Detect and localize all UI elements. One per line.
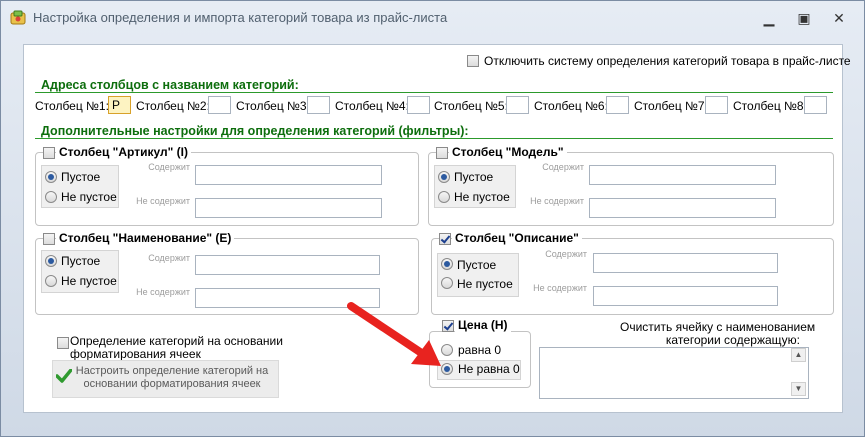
description-not-empty-radio[interactable] <box>441 277 453 289</box>
model-contains-input[interactable] <box>589 165 776 185</box>
article-not-contains-label: Не содержит <box>136 196 190 206</box>
minimize-icon: ▁ <box>763 10 775 26</box>
name-filter-checkbox[interactable] <box>43 233 55 245</box>
maximize-button[interactable]: ▣ <box>791 8 817 28</box>
title-bar[interactable]: Настройка определения и импорта категори… <box>1 1 864 35</box>
model-filter-checkbox[interactable] <box>436 147 448 159</box>
article-filter-checkbox[interactable] <box>43 147 55 159</box>
column-5-label: Столбец №5: <box>434 99 508 113</box>
price-not-equal-zero-label: Не равна 0 <box>458 362 520 376</box>
price-filter-title: Цена (H) <box>455 318 511 332</box>
name-contains-label: Содержит <box>148 253 190 263</box>
scroll-up-icon: ▲ <box>794 350 803 359</box>
filters-section-title: Дополнительные настройки для определения… <box>41 124 469 138</box>
configure-format-line1: Настроить определение категорий на <box>75 365 269 377</box>
description-filter-checkbox[interactable] <box>439 233 451 245</box>
model-not-contains-input[interactable] <box>589 198 776 218</box>
check-icon <box>56 369 72 383</box>
description-not-empty-label: Не пустое <box>457 277 513 291</box>
column-6-input[interactable] <box>606 96 629 114</box>
model-filter-title: Столбец "Модель" <box>449 145 567 159</box>
name-empty-radio[interactable] <box>45 255 57 267</box>
column-4-input[interactable] <box>407 96 430 114</box>
configure-format-line2: основании форматирования ячеек <box>83 378 261 390</box>
column-3-label: Столбец №3: <box>236 99 310 113</box>
article-not-empty-radio[interactable] <box>45 191 57 203</box>
column-8-input[interactable] <box>804 96 827 114</box>
name-empty-label: Пустое <box>61 254 101 268</box>
red-arrow-annotation <box>347 302 441 366</box>
column-1-input[interactable]: P <box>108 96 131 114</box>
clear-cell-textarea[interactable] <box>539 347 809 399</box>
article-contains-input[interactable] <box>195 165 382 185</box>
article-empty-radio[interactable] <box>45 171 57 183</box>
app-window: Настройка определения и импорта категори… <box>0 0 865 437</box>
name-not-empty-radio[interactable] <box>45 275 57 287</box>
article-filter-title: Столбец "Артикул" (I) <box>56 145 191 159</box>
model-not-empty-radio[interactable] <box>438 191 450 203</box>
article-contains-label: Содержит <box>148 162 190 172</box>
model-not-empty-label: Не пустое <box>454 190 510 204</box>
clear-cell-label-line2: категории содержащую: <box>665 333 800 347</box>
article-not-empty-label: Не пустое <box>61 190 117 204</box>
model-empty-radio[interactable] <box>438 171 450 183</box>
column-1-label: Столбец №1: <box>35 99 109 113</box>
name-filter-title: Столбец "Наименование" (E) <box>56 231 235 245</box>
window-title: Настройка определения и импорта категори… <box>33 10 448 25</box>
description-contains-input[interactable] <box>593 253 778 273</box>
description-empty-radio[interactable] <box>441 258 453 270</box>
model-contains-label: Содержит <box>542 162 584 172</box>
maximize-icon: ▣ <box>797 10 811 26</box>
column-6-label: Столбец №6: <box>534 99 608 113</box>
name-not-contains-label: Не содержит <box>136 287 190 297</box>
columns-section-title: Адреса столбцов с названием категорий: <box>41 78 299 92</box>
format-detect-label-line2: форматирования ячеек <box>70 347 201 361</box>
app-box-icon <box>10 10 26 25</box>
column-7-label: Столбец №7: <box>634 99 708 113</box>
clear-cell-scroll-down[interactable]: ▼ <box>791 382 806 396</box>
format-detect-checkbox[interactable] <box>57 337 69 349</box>
model-empty-label: Пустое <box>454 170 494 184</box>
description-contains-label: Содержит <box>545 249 587 259</box>
filters-section-divider <box>35 138 833 139</box>
column-2-label: Столбец №2: <box>136 99 210 113</box>
article-empty-label: Пустое <box>61 170 101 184</box>
name-contains-input[interactable] <box>195 255 380 275</box>
close-icon: ✕ <box>833 10 845 26</box>
disable-system-label: Отключить систему определения категорий … <box>484 54 851 68</box>
article-not-contains-input[interactable] <box>195 198 382 218</box>
scroll-down-icon: ▼ <box>794 384 803 393</box>
description-empty-label: Пустое <box>457 258 497 272</box>
description-filter-title: Столбец "Описание" <box>452 231 582 245</box>
description-not-contains-label: Не содержит <box>533 283 587 293</box>
disable-system-checkbox[interactable] <box>467 55 479 67</box>
model-not-contains-label: Не содержит <box>530 196 584 206</box>
column-2-input[interactable] <box>208 96 231 114</box>
column-8-label: Столбец №8: <box>733 99 807 113</box>
column-7-input[interactable] <box>705 96 728 114</box>
column-3-input[interactable] <box>307 96 330 114</box>
column-5-input[interactable] <box>506 96 529 114</box>
minimize-button[interactable]: ▁ <box>756 8 782 28</box>
price-equal-zero-label: равна 0 <box>458 343 502 357</box>
format-detect-label-line1: Определение категорий на основании <box>70 334 283 348</box>
description-not-contains-input[interactable] <box>593 286 778 306</box>
clear-cell-scroll-up[interactable]: ▲ <box>791 348 806 362</box>
clear-cell-label-line1: Очистить ячейку с наименованием <box>620 320 816 334</box>
name-not-empty-label: Не пустое <box>61 274 117 288</box>
column-4-label: Столбец №4: <box>335 99 409 113</box>
columns-section-divider <box>35 92 833 93</box>
close-button[interactable]: ✕ <box>826 8 852 28</box>
